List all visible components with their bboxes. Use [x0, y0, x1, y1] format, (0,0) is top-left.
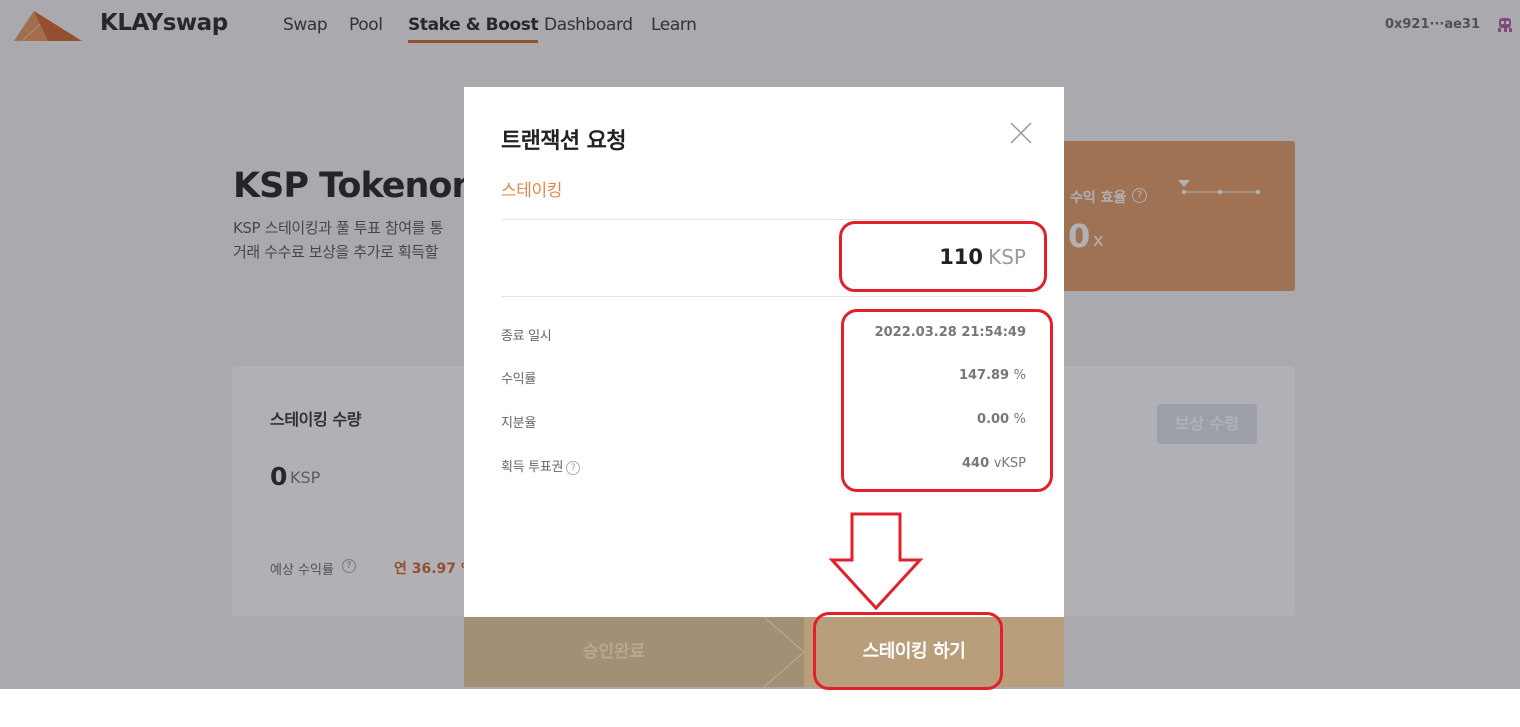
modal-subtitle: 스테이킹 — [501, 181, 562, 201]
stake-amount: 110 KSP — [939, 245, 1026, 269]
share-ratio-row: 지분율 0.00 % — [501, 412, 1026, 432]
voting-power-unit: vKSP — [993, 456, 1026, 471]
voting-power-label-text: 획득 투표권 — [501, 460, 564, 475]
yield-rate-row: 수익률 147.89 % — [501, 368, 1026, 388]
voting-power-value: 440 vKSP — [962, 456, 1026, 471]
yield-rate-number: 147.89 — [958, 368, 1010, 383]
modal-title: 트랜잭션 요청 — [501, 129, 627, 154]
voting-power-row: 획득 투표권? 440 vKSP — [501, 456, 1026, 476]
transaction-request-modal: 트랜잭션 요청 스테이킹 110 KSP 종료 일시 2022.03.28 21… — [464, 87, 1064, 687]
end-date-row: 종료 일시 2022.03.28 21:54:49 — [501, 325, 1026, 345]
stake-amount-value: 110 — [939, 245, 984, 269]
step-chevron-icon — [764, 617, 804, 687]
stake-button[interactable]: 스테이킹 하기 — [804, 617, 1064, 687]
divider — [501, 219, 1026, 220]
share-ratio-unit: % — [1013, 412, 1026, 427]
voting-power-label: 획득 투표권? — [501, 456, 581, 475]
stake-button-label: 스테이킹 하기 — [862, 641, 966, 662]
stake-amount-unit: KSP — [988, 245, 1026, 269]
share-ratio-number: 0.00 — [977, 412, 1010, 427]
share-ratio-label: 지분율 — [501, 416, 536, 431]
step-approve-label: 승인완료 — [582, 642, 646, 662]
divider — [501, 296, 1026, 297]
end-date-label: 종료 일시 — [501, 329, 552, 344]
end-date-value: 2022.03.28 21:54:49 — [874, 325, 1026, 340]
voting-power-number: 440 — [962, 456, 990, 471]
share-ratio-value: 0.00 % — [977, 412, 1026, 427]
help-icon[interactable]: ? — [566, 460, 581, 475]
close-icon[interactable] — [1009, 121, 1033, 145]
yield-rate-unit: % — [1013, 368, 1026, 383]
yield-rate-value: 147.89 % — [959, 368, 1026, 383]
step-approve-complete: 승인완료 — [464, 617, 804, 687]
yield-rate-label: 수익률 — [501, 372, 536, 387]
